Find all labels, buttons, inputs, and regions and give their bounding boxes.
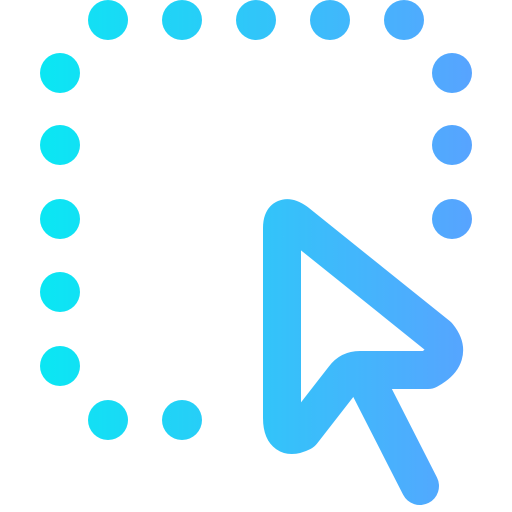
- frame-dot: [432, 199, 472, 239]
- frame-dot: [384, 0, 424, 40]
- frame-dot: [40, 272, 80, 312]
- frame-dot: [432, 125, 472, 165]
- frame-dot: [432, 53, 472, 93]
- arrow-cursor: [263, 199, 463, 505]
- frame-dot: [40, 199, 80, 239]
- frame-dot: [162, 0, 202, 40]
- frame-dot: [310, 0, 350, 40]
- frame-dot: [88, 0, 128, 40]
- selection-cursor-svg: [40, 0, 472, 505]
- frame-dot: [40, 346, 80, 386]
- cursor-arrow-tail: [349, 365, 439, 505]
- frame-dot: [162, 400, 202, 440]
- selection-cursor-icon: [0, 0, 512, 512]
- frame-dot: [40, 125, 80, 165]
- frame-dot: [236, 0, 276, 40]
- frame-dot: [40, 53, 80, 93]
- frame-dot: [88, 400, 128, 440]
